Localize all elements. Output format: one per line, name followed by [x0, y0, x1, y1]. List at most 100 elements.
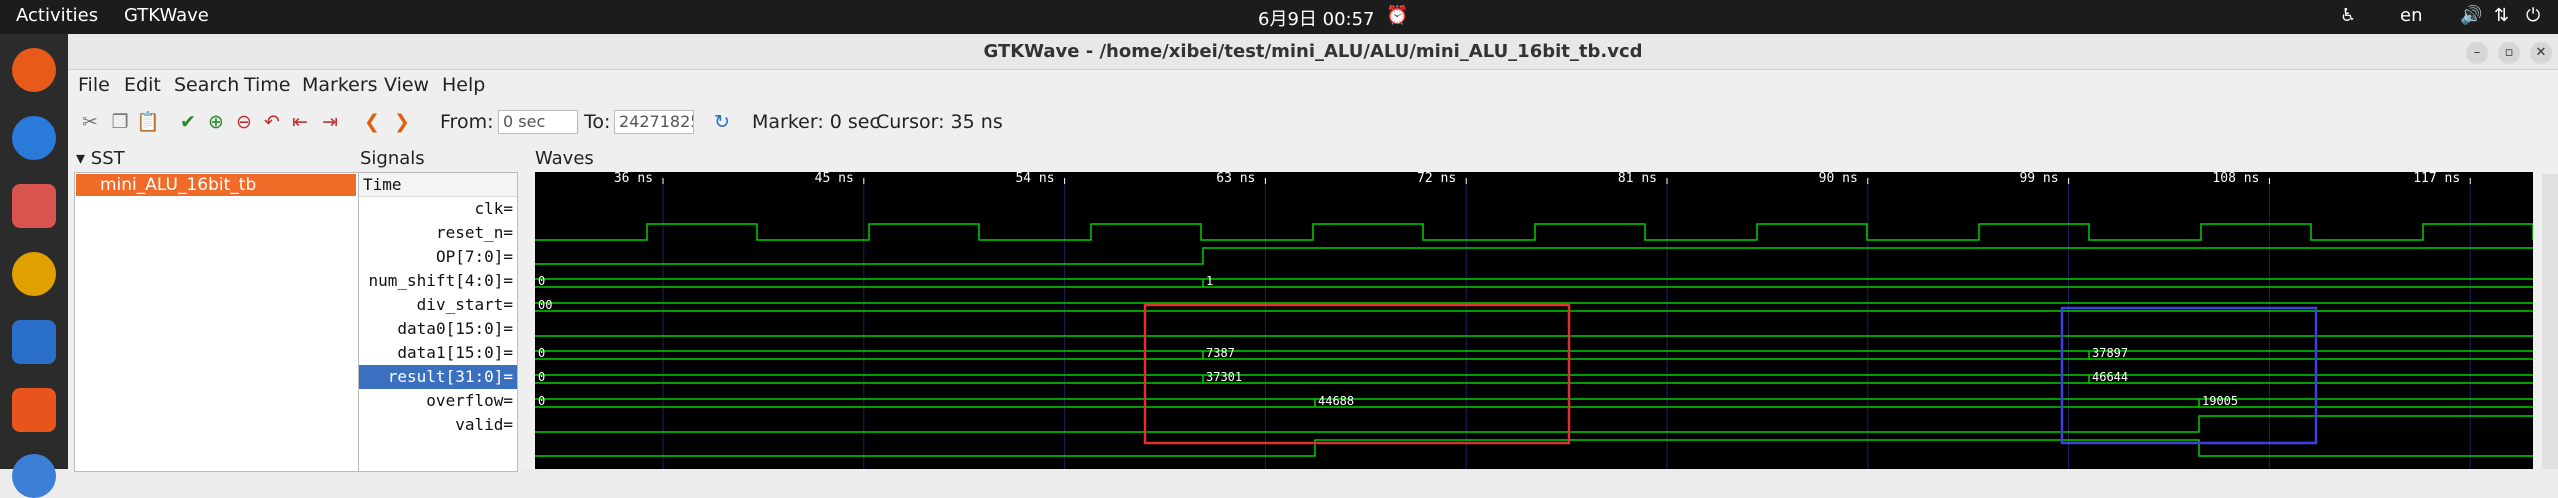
reset-n-trace — [535, 247, 2533, 265]
menu-edit[interactable]: Edit — [124, 74, 161, 96]
num-shift-value-label: 00 — [538, 298, 552, 312]
app-menu-button[interactable]: GTKWave — [124, 5, 209, 26]
sst-tree[interactable]: mini_ALU_16bit_tb — [74, 172, 360, 472]
vertical-scrollbar[interactable] — [2542, 174, 2558, 469]
signal-row-result[interactable]: result[31:0]= — [359, 365, 517, 389]
time-label: 36 ns — [614, 172, 653, 186]
menu-time[interactable]: Time — [244, 74, 291, 96]
rhythmbox-icon[interactable] — [12, 252, 56, 296]
signal-row-overflow[interactable]: overflow= — [359, 389, 517, 413]
waveform-svg[interactable]: 36 ns 45 ns 54 ns 63 ns 72 ns 81 ns 90 ns 99 ns… — [535, 172, 2533, 469]
from-label: From: — [440, 111, 494, 133]
data0-value-label: 0 — [538, 346, 545, 360]
gtkwave-window: GTKWave - /home/xibei/test/mini_ALU/ALU/… — [68, 34, 2558, 472]
result-value-label: 0 — [538, 394, 545, 408]
sst-panel: ▾ SST mini_ALU_16bit_tb — [74, 148, 360, 472]
undo-zoom-icon[interactable]: ↶ — [260, 110, 284, 134]
zoom-start-icon[interactable]: ⇤ — [288, 110, 312, 134]
time-label: 72 ns — [1417, 172, 1456, 186]
cut-icon[interactable]: ✂ — [78, 110, 102, 134]
prev-edge-icon[interactable]: ❮ — [360, 110, 384, 134]
zoom-in-icon[interactable]: ⊕ — [204, 110, 228, 134]
time-label: 81 ns — [1618, 172, 1657, 186]
sst-title[interactable]: ▾ SST — [76, 148, 125, 169]
data1-value-label: 46644 — [2092, 370, 2128, 384]
time-label: 117 ns — [2413, 172, 2460, 186]
network-icon[interactable]: ⇅ — [2494, 5, 2509, 26]
from-input[interactable]: 0 sec — [498, 110, 578, 134]
signal-row-op[interactable]: OP[7:0]= — [359, 245, 517, 269]
op-value-label: 1 — [1206, 274, 1213, 288]
time-label: 45 ns — [815, 172, 854, 186]
signals-panel: Signals Time clk= reset_n= OP[7:0]= num_… — [358, 148, 518, 472]
time-label: 90 ns — [1819, 172, 1858, 186]
signal-row-valid[interactable]: valid= — [359, 413, 517, 437]
signals-title: Signals — [360, 148, 425, 169]
signal-row-time[interactable]: Time — [359, 173, 517, 197]
data1-value-label: 0 — [538, 370, 545, 384]
waveform-canvas[interactable]: 36 ns 45 ns 54 ns 63 ns 72 ns 81 ns 90 ns 99 ns… — [535, 172, 2533, 469]
to-input[interactable]: 24271825 — [614, 110, 694, 134]
time-label: 63 ns — [1216, 172, 1255, 186]
window-title: GTKWave - /home/xibei/test/mini_ALU/ALU/… — [983, 41, 1643, 62]
power-icon[interactable]: ⏻ — [2526, 5, 2540, 26]
time-label: 54 ns — [1015, 172, 1054, 186]
language-indicator[interactable]: en — [2400, 5, 2422, 26]
toolbar: ✂ ❐ 📋 ✔ ⊕ ⊖ ↶ ⇤ ⇥ ❮ ❯ From: 0 sec To: 24… — [68, 100, 2558, 144]
dock — [0, 34, 68, 498]
overflow-trace — [535, 415, 2533, 433]
signal-row-clk[interactable]: clk= — [359, 197, 517, 221]
chevron-down-icon: ▾ — [76, 148, 91, 169]
waves-title: Waves — [535, 148, 594, 169]
next-edge-icon[interactable]: ❯ — [390, 110, 414, 134]
activities-button[interactable]: Activities — [16, 5, 98, 26]
menu-bar: File Edit Search Time Markers View Help — [68, 70, 2558, 100]
accessibility-icon[interactable]: ♿ — [2340, 5, 2356, 26]
signals-list[interactable]: Time clk= reset_n= OP[7:0]= num_shift[4:… — [358, 172, 518, 472]
marker-readout: Marker: 0 sec — [752, 111, 880, 133]
menu-help[interactable]: Help — [442, 74, 485, 96]
zoom-out-icon[interactable]: ⊖ — [232, 110, 256, 134]
clk-trace — [535, 223, 2533, 241]
cursor-readout: Cursor: 35 ns — [876, 111, 1003, 133]
to-label: To: — [584, 111, 611, 133]
menu-search[interactable]: Search — [174, 74, 239, 96]
sst-tree-item[interactable]: mini_ALU_16bit_tb — [76, 174, 356, 196]
help-icon[interactable] — [12, 454, 56, 498]
signal-row-num-shift[interactable]: num_shift[4:0]= — [359, 269, 517, 293]
files-icon[interactable] — [12, 184, 56, 228]
volume-icon[interactable]: 🔊 — [2460, 5, 2482, 26]
maximize-button[interactable]: ▫ — [2498, 42, 2520, 64]
alarm-icon: ⏰ — [1386, 5, 1409, 26]
system-top-bar: Activities GTKWave 6月9日 00:57 ⏰ ♿ en 🔊 ⇅… — [0, 0, 2558, 34]
firefox-icon[interactable] — [12, 48, 56, 92]
thunderbird-icon[interactable] — [12, 116, 56, 160]
signal-row-div-start[interactable]: div_start= — [359, 293, 517, 317]
signal-row-data0[interactable]: data0[15:0]= — [359, 317, 517, 341]
zoom-fit-icon[interactable]: ✔ — [176, 110, 200, 134]
software-center-icon[interactable] — [12, 388, 56, 432]
close-button[interactable]: ✕ — [2530, 42, 2552, 64]
signal-row-data1[interactable]: data1[15:0]= — [359, 341, 517, 365]
data0-value-label: 37897 — [2092, 346, 2128, 360]
sst-title-label: SST — [90, 148, 125, 169]
data0-value-label: 7387 — [1206, 346, 1235, 360]
menu-markers[interactable]: Markers — [302, 74, 378, 96]
result-value-label: 19005 — [2202, 394, 2238, 408]
time-label: 99 ns — [2019, 172, 2058, 186]
result-value-label: 44688 — [1318, 394, 1354, 408]
minimize-button[interactable]: – — [2466, 42, 2488, 64]
writer-icon[interactable] — [12, 320, 56, 364]
menu-view[interactable]: View — [384, 74, 429, 96]
title-bar: GTKWave - /home/xibei/test/mini_ALU/ALU/… — [68, 34, 2558, 70]
signal-row-reset-n[interactable]: reset_n= — [359, 221, 517, 245]
time-label: 108 ns — [2212, 172, 2259, 186]
reload-icon[interactable]: ↻ — [710, 110, 734, 134]
clock[interactable]: 6月9日 00:57 — [1258, 5, 1375, 31]
waves-panel: Waves 36 ns 45 ns 54 ns 63 ns 72 ns 81 ns 90 n… — [529, 148, 2539, 469]
menu-file[interactable]: File — [78, 74, 110, 96]
zoom-end-icon[interactable]: ⇥ — [318, 110, 342, 134]
op-value-label: 0 — [538, 274, 545, 288]
copy-icon[interactable]: ❐ — [108, 110, 132, 134]
paste-icon[interactable]: 📋 — [136, 110, 160, 134]
